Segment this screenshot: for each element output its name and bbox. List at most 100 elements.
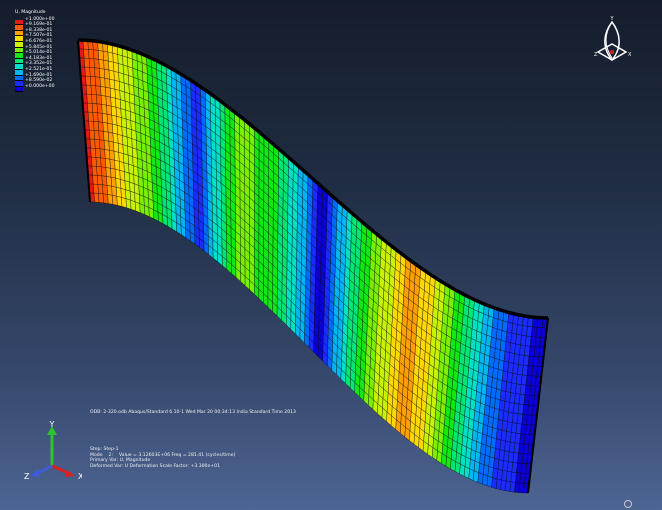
mesh-element <box>139 203 145 215</box>
mesh-element <box>94 76 101 87</box>
mesh-element <box>90 85 97 95</box>
mesh-element <box>94 67 101 78</box>
mesh-element <box>111 186 117 197</box>
mesh-element <box>96 103 103 114</box>
mesh-element <box>114 159 120 171</box>
mesh-element <box>107 51 114 63</box>
mesh-element <box>108 69 115 81</box>
mesh-element <box>95 148 101 158</box>
mesh-element <box>116 187 122 198</box>
mesh-element <box>109 150 115 161</box>
mesh-element <box>102 184 108 195</box>
mesh-element <box>102 113 108 124</box>
mesh-element <box>112 123 118 135</box>
mesh-element <box>100 95 107 106</box>
mesh-element <box>106 176 112 187</box>
mesh-element <box>93 49 99 60</box>
mesh-element <box>121 117 127 129</box>
mesh-element <box>110 87 116 99</box>
mesh-element <box>93 183 99 194</box>
mesh-element <box>99 68 105 79</box>
mesh-element <box>119 170 126 181</box>
mesh-element <box>130 199 136 212</box>
mesh-element <box>115 98 121 109</box>
mesh-element <box>89 138 96 149</box>
value-freq-text: Value = 3.12603E+06 Freq = 281.41 (cycle… <box>119 452 236 458</box>
mesh-element <box>95 157 102 167</box>
mesh-element <box>89 67 96 77</box>
mesh-element <box>93 192 100 203</box>
mesh-element <box>101 175 108 186</box>
mesh-element <box>119 90 126 102</box>
mesh-element <box>100 157 107 168</box>
mesh-element <box>118 152 125 163</box>
mesh-element <box>85 75 92 86</box>
mesh-element <box>116 125 123 136</box>
mesh-element <box>93 58 100 69</box>
mesh-element <box>87 111 94 122</box>
mesh-element <box>112 195 118 206</box>
view-cube-center <box>610 50 614 54</box>
mesh-element <box>98 130 105 141</box>
mesh-element <box>107 194 113 205</box>
mesh-element <box>99 148 106 159</box>
mesh-element <box>117 54 124 66</box>
mesh-element <box>110 177 117 188</box>
mode-number: 2: <box>108 452 114 458</box>
mesh-element <box>106 104 112 116</box>
mesh-element <box>121 197 127 208</box>
mesh-element <box>92 103 98 113</box>
view-cube-upper-leaf <box>604 20 620 62</box>
mesh-element <box>89 129 95 140</box>
mesh-element <box>118 72 125 84</box>
mesh-element <box>120 188 127 199</box>
mesh-element <box>124 171 130 183</box>
view-cube-icon[interactable]: Y Z X <box>590 14 640 74</box>
mesh-element <box>84 66 91 77</box>
mesh-element <box>95 85 102 96</box>
mesh-element <box>87 102 93 113</box>
mode-label: Mode <box>90 452 103 458</box>
mesh-element <box>108 140 115 152</box>
deformed-mesh-plot[interactable] <box>0 0 662 510</box>
mesh-element <box>123 162 130 174</box>
mesh-element <box>114 89 121 100</box>
mesh-element <box>97 112 104 123</box>
triad-x-label: X <box>78 472 82 481</box>
mesh-element <box>88 120 95 131</box>
x-arrowhead <box>65 470 75 477</box>
mesh-element <box>104 68 110 80</box>
mesh-element <box>109 159 116 170</box>
viewport[interactable]: U, Magnitude +1.000e+00 +9.169e-01 +8.338e… <box>0 0 662 510</box>
mesh-element <box>118 143 124 154</box>
mesh-element <box>94 139 101 149</box>
mesh-element <box>98 121 104 132</box>
mesh-element <box>108 60 115 72</box>
mesh-element <box>99 77 106 88</box>
mesh-element <box>83 48 90 59</box>
mesh-element <box>88 49 95 59</box>
view-cube-z-label: Z <box>594 52 598 58</box>
mesh-element <box>93 121 99 131</box>
mesh-element <box>115 177 122 189</box>
mesh-element <box>113 150 120 162</box>
mesh-element <box>100 86 107 97</box>
mesh-element <box>102 50 109 62</box>
mesh-element <box>120 99 126 111</box>
mesh-element <box>112 52 119 64</box>
mesh-element <box>108 131 114 143</box>
mesh-element <box>120 108 127 120</box>
mesh-element <box>116 116 122 127</box>
odb-info-line: ODB: 2-320.odb Abaqus/Standard 6.10-1 We… <box>90 410 296 415</box>
mesh-element <box>96 94 102 105</box>
mesh-element <box>90 76 96 86</box>
step-info-block: Step: Step-1 Mode 2: Value = 3.12603E+06 F… <box>90 447 241 469</box>
mesh-element <box>111 114 118 126</box>
triad-z-label: Z <box>24 472 30 481</box>
mesh-element <box>91 156 97 167</box>
mesh-element <box>104 77 111 89</box>
mesh-element <box>120 179 126 190</box>
mesh-element <box>113 71 120 82</box>
mesh-element <box>101 104 108 115</box>
mesh-element <box>113 61 119 73</box>
